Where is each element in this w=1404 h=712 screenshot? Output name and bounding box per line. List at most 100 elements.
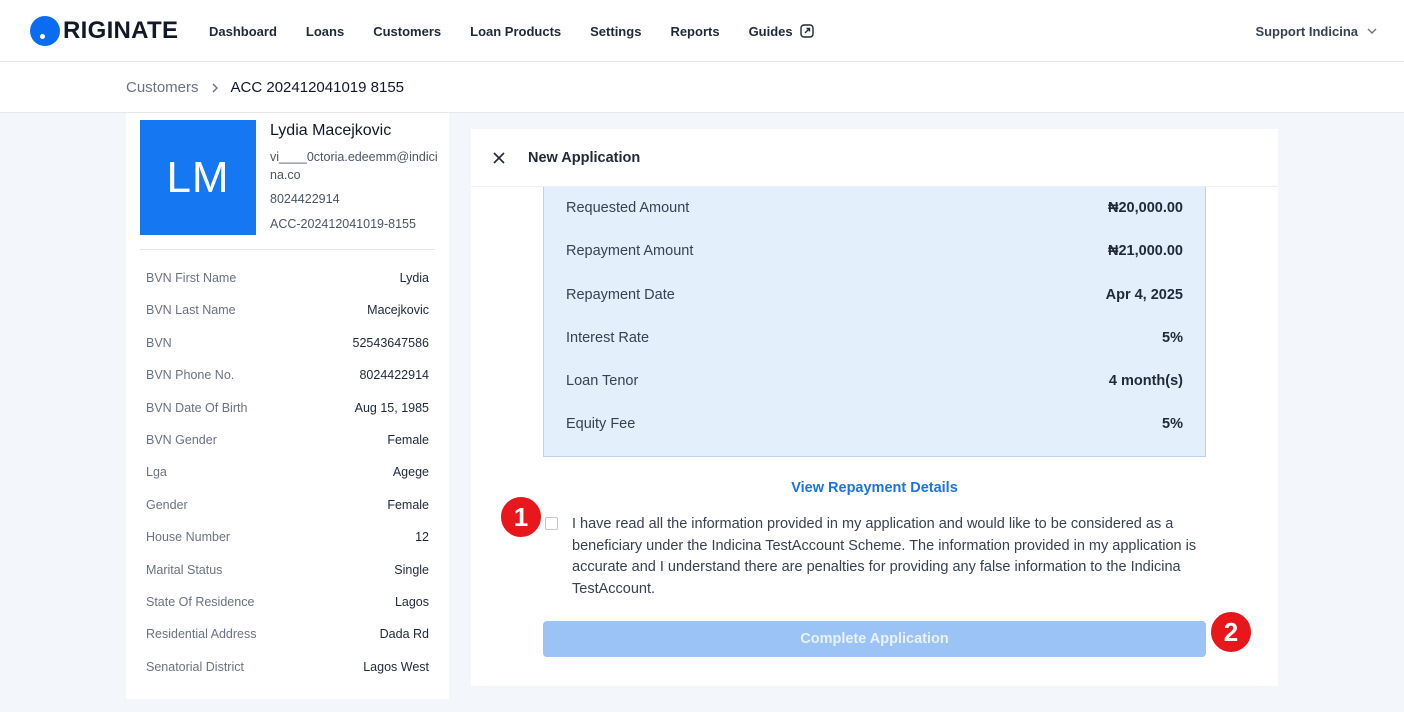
detail-value: 12: [415, 530, 429, 545]
nav-item-customers[interactable]: Customers: [373, 24, 441, 39]
detail-value: Dada Rd: [379, 627, 429, 642]
logo-text: RIGINATE: [63, 17, 179, 44]
detail-row: Marital Status Single: [146, 556, 429, 588]
nav-item-loans[interactable]: Loans: [306, 24, 344, 39]
brand-logo[interactable]: RIGINATE: [30, 15, 178, 47]
loan-summary: Requested Amount ₦20,000.00 Repayment Amo…: [543, 187, 1206, 457]
nav-item-label: Guides: [748, 23, 793, 39]
summary-label: Interest Rate: [566, 330, 650, 346]
summary-row: Repayment Date Apr 4, 2025: [566, 287, 1183, 303]
annotation-marker-2: 2: [1209, 610, 1253, 654]
consent-text: I have read all the information provided…: [572, 516, 1197, 597]
user-menu-label: Support Indicina: [1255, 23, 1358, 39]
detail-value: Female: [387, 432, 429, 447]
nav-item-label: Customers: [373, 23, 442, 39]
detail-row: Residential Address Dada Rd: [146, 620, 429, 652]
detail-row: BVN Phone No. 8024422914: [146, 361, 429, 393]
nav-item-label: Reports: [670, 23, 720, 39]
summary-row: Equity Fee 5%: [566, 416, 1183, 432]
nav-item-label: Dashboard: [209, 23, 277, 39]
nav-item-loan-products[interactable]: Loan Products: [470, 24, 561, 39]
detail-value: Single: [394, 562, 429, 577]
user-menu[interactable]: Support Indicina: [1255, 0, 1378, 62]
detail-label: Senatorial District: [146, 659, 244, 674]
detail-label: BVN Date Of Birth: [146, 400, 248, 415]
chevron-down-icon: [1367, 28, 1377, 34]
detail-label: Marital Status: [146, 562, 223, 577]
nav-item-dashboard[interactable]: Dashboard: [209, 24, 277, 39]
customer-phone: 8024422914: [270, 192, 340, 206]
summary-value: ₦21,000.00: [1108, 243, 1183, 259]
detail-label: State Of Residence: [146, 594, 255, 609]
breadcrumb-bar: Customers ACC 202412041019 8155: [0, 62, 1404, 113]
annotation-marker-1: 1: [499, 495, 543, 539]
detail-value: Lagos West: [363, 659, 429, 674]
summary-value: 5%: [1162, 330, 1183, 346]
customer-name: Lydia Macejkovic: [270, 122, 392, 139]
detail-row: BVN Gender Female: [146, 426, 429, 458]
detail-value: Lagos: [394, 594, 429, 609]
detail-label: BVN Phone No.: [146, 368, 235, 383]
summary-label: Equity Fee: [566, 416, 636, 432]
summary-row: Interest Rate 5%: [566, 330, 1183, 346]
detail-value: Macejkovic: [367, 303, 429, 318]
summary-label: Repayment Amount: [566, 243, 694, 259]
summary-value: 4 month(s): [1108, 373, 1183, 389]
application-title: New Application: [528, 149, 641, 166]
detail-value: 8024422914: [359, 368, 429, 383]
top-navbar: RIGINATE Dashboard Loans Customers Loan …: [0, 0, 1404, 62]
application-header: New Application: [471, 129, 1278, 187]
detail-label: House Number: [146, 530, 231, 545]
breadcrumb: Customers ACC 202412041019 8155: [126, 62, 404, 113]
detail-value: Lydia: [399, 271, 429, 285]
customer-email: vi____0ctoria.edeemm@indicina.co: [270, 150, 438, 182]
summary-row: Requested Amount ₦20,000.00: [566, 200, 1183, 216]
breadcrumb-customers-link[interactable]: Customers: [126, 79, 199, 96]
nav-item-label: Settings: [590, 23, 642, 39]
detail-label: Residential Address: [146, 627, 257, 642]
detail-value: Female: [387, 497, 429, 512]
avatar: LM: [140, 120, 256, 235]
detail-row: House Number 12: [146, 523, 429, 555]
detail-label: BVN: [146, 335, 172, 350]
detail-row: BVN Last Name Macejkovic: [146, 296, 429, 328]
divider: [140, 249, 435, 250]
summary-label: Requested Amount: [566, 200, 690, 216]
view-repayment-details-link[interactable]: View Repayment Details: [471, 480, 1278, 496]
detail-label: BVN First Name: [146, 271, 237, 285]
summary-label: Loan Tenor: [566, 373, 639, 389]
logo-mark: [30, 16, 60, 46]
summary-value: Apr 4, 2025: [1105, 287, 1183, 303]
detail-row: State Of Residence Lagos: [146, 588, 429, 620]
summary-value: ₦20,000.00: [1108, 200, 1183, 216]
detail-row: Lga Agege: [146, 458, 429, 490]
nav-item-label: Loan Products: [470, 23, 562, 39]
nav-item-settings[interactable]: Settings: [590, 24, 641, 39]
close-icon[interactable]: [492, 151, 506, 165]
detail-row: BVN 52543647586: [146, 329, 429, 361]
detail-value: Agege: [392, 465, 429, 480]
detail-label: Lga: [146, 465, 167, 480]
detail-row: BVN Date Of Birth Aug 15, 1985: [146, 394, 429, 426]
detail-label: BVN Last Name: [146, 303, 236, 318]
complete-application-button[interactable]: Complete Application: [543, 621, 1206, 657]
detail-label: Gender: [146, 497, 188, 512]
detail-row: Gender Female: [146, 491, 429, 523]
chevron-right-icon: [212, 83, 218, 92]
customer-account-id: ACC-202412041019-8155: [270, 217, 416, 231]
nav-item-label: Loans: [305, 23, 345, 39]
summary-value: 5%: [1162, 416, 1183, 432]
breadcrumb-current: ACC 202412041019 8155: [230, 79, 405, 96]
nav-item-guides[interactable]: Guides: [749, 23, 815, 39]
nav-item-reports[interactable]: Reports: [670, 24, 719, 39]
summary-row: Repayment Amount ₦21,000.00: [566, 243, 1183, 259]
summary-row: Loan Tenor 4 month(s): [566, 373, 1183, 389]
consent-checkbox[interactable]: [545, 517, 558, 530]
detail-value: 52543647586: [352, 335, 429, 350]
detail-row: BVN First Name Lydia: [146, 264, 429, 296]
detail-row: Senatorial District Lagos West: [146, 653, 429, 685]
customer-details-list: BVN First Name Lydia BVN Last Name Macejko…: [146, 264, 429, 685]
external-link-icon: [799, 24, 814, 38]
main-nav: Dashboard Loans Customers Loan Products …: [209, 0, 844, 62]
detail-value: Aug 15, 1985: [354, 400, 429, 415]
